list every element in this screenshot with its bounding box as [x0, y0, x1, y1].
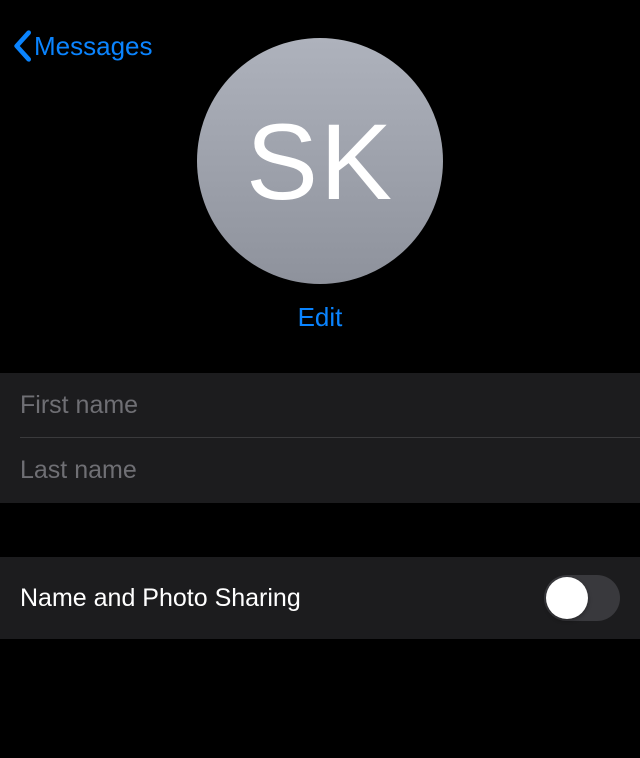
- sharing-row: Name and Photo Sharing: [0, 557, 640, 639]
- last-name-row: [0, 438, 640, 503]
- sharing-toggle[interactable]: [544, 575, 620, 621]
- back-button[interactable]: Messages: [12, 30, 153, 62]
- edit-button[interactable]: Edit: [298, 302, 343, 333]
- sharing-toggle-group: Name and Photo Sharing: [0, 557, 640, 639]
- first-name-input[interactable]: [20, 391, 620, 420]
- chevron-left-icon: [12, 30, 32, 62]
- last-name-input[interactable]: [20, 456, 620, 485]
- avatar-initials: SK: [246, 99, 394, 224]
- first-name-row: [0, 373, 640, 438]
- nav-header: Messages: [0, 14, 165, 70]
- name-input-group: [0, 373, 640, 503]
- toggle-knob: [546, 577, 588, 619]
- avatar[interactable]: SK: [197, 38, 443, 284]
- sharing-label: Name and Photo Sharing: [20, 584, 301, 613]
- back-label: Messages: [34, 31, 153, 62]
